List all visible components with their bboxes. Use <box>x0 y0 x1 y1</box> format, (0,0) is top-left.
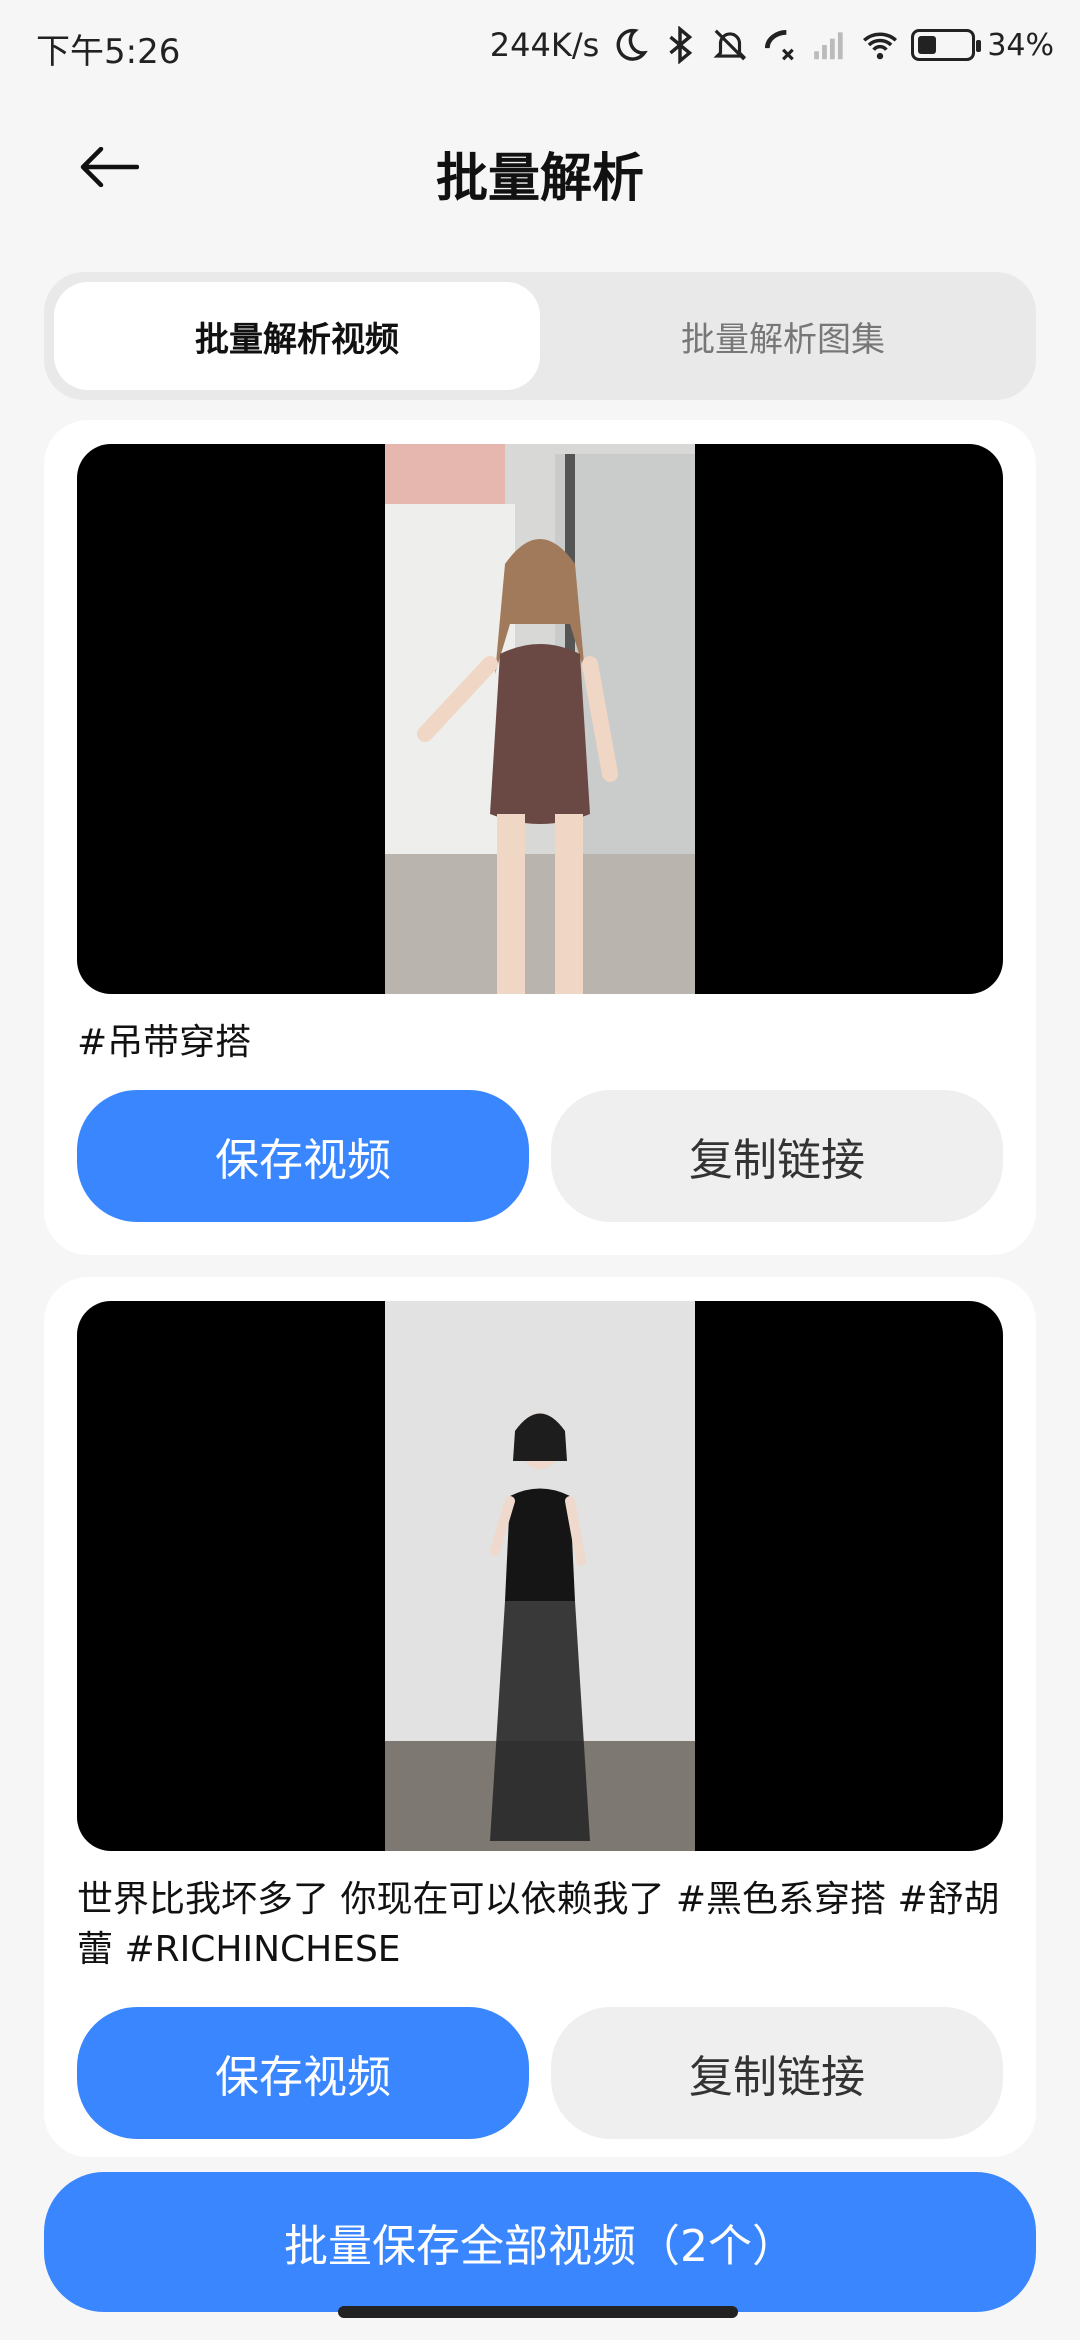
tab-batch-video[interactable]: 批量解析视频 <box>54 282 540 390</box>
bluetooth-icon <box>661 26 699 64</box>
video-card: 世界比我坏多了 你现在可以依赖我了 #黑色系穿搭 #舒胡蕾 #RICHINCHE… <box>44 1277 1036 2157</box>
home-indicator[interactable] <box>338 2306 738 2318</box>
battery-percent: 34% <box>987 27 1054 63</box>
video-thumbnail <box>385 1301 695 1851</box>
copy-link-button[interactable]: 复制链接 <box>551 1090 1003 1222</box>
video-caption: 世界比我坏多了 你现在可以依赖我了 #黑色系穿搭 #舒胡蕾 #RICHINCHE… <box>77 1879 1000 1970</box>
battery-icon <box>911 29 982 61</box>
moon-icon <box>611 26 649 64</box>
status-time: 下午5:26 <box>36 32 181 72</box>
video-caption: #吊带穿搭 <box>77 1022 252 1063</box>
save-video-button[interactable]: 保存视频 <box>77 1090 529 1222</box>
video-player[interactable] <box>77 444 1003 994</box>
page-title: 批量解析 <box>435 149 644 209</box>
video-thumbnail <box>385 444 695 994</box>
signal-icon <box>811 26 849 64</box>
tab-bar: 批量解析视频 批量解析图集 <box>44 272 1036 400</box>
copy-link-button[interactable]: 复制链接 <box>551 2007 1003 2139</box>
network-speed: 244K/s <box>489 26 600 64</box>
status-icons: 244K/s 34% <box>490 20 1054 70</box>
mute-icon <box>711 26 749 64</box>
missed-call-icon <box>761 26 799 64</box>
save-video-button[interactable]: 保存视频 <box>77 2007 529 2139</box>
video-player[interactable] <box>77 1301 1003 1851</box>
status-bar: 下午5:26 244K/s 34% <box>0 0 1080 90</box>
battery-level <box>918 36 936 54</box>
header: 批量解析 <box>0 100 1080 240</box>
tab-batch-gallery[interactable]: 批量解析图集 <box>540 282 1026 390</box>
video-card: #吊带穿搭 保存视频 复制链接 <box>44 420 1036 1255</box>
save-all-videos-button[interactable]: 批量保存全部视频（2个） <box>44 2172 1036 2312</box>
wifi-icon <box>861 26 899 64</box>
